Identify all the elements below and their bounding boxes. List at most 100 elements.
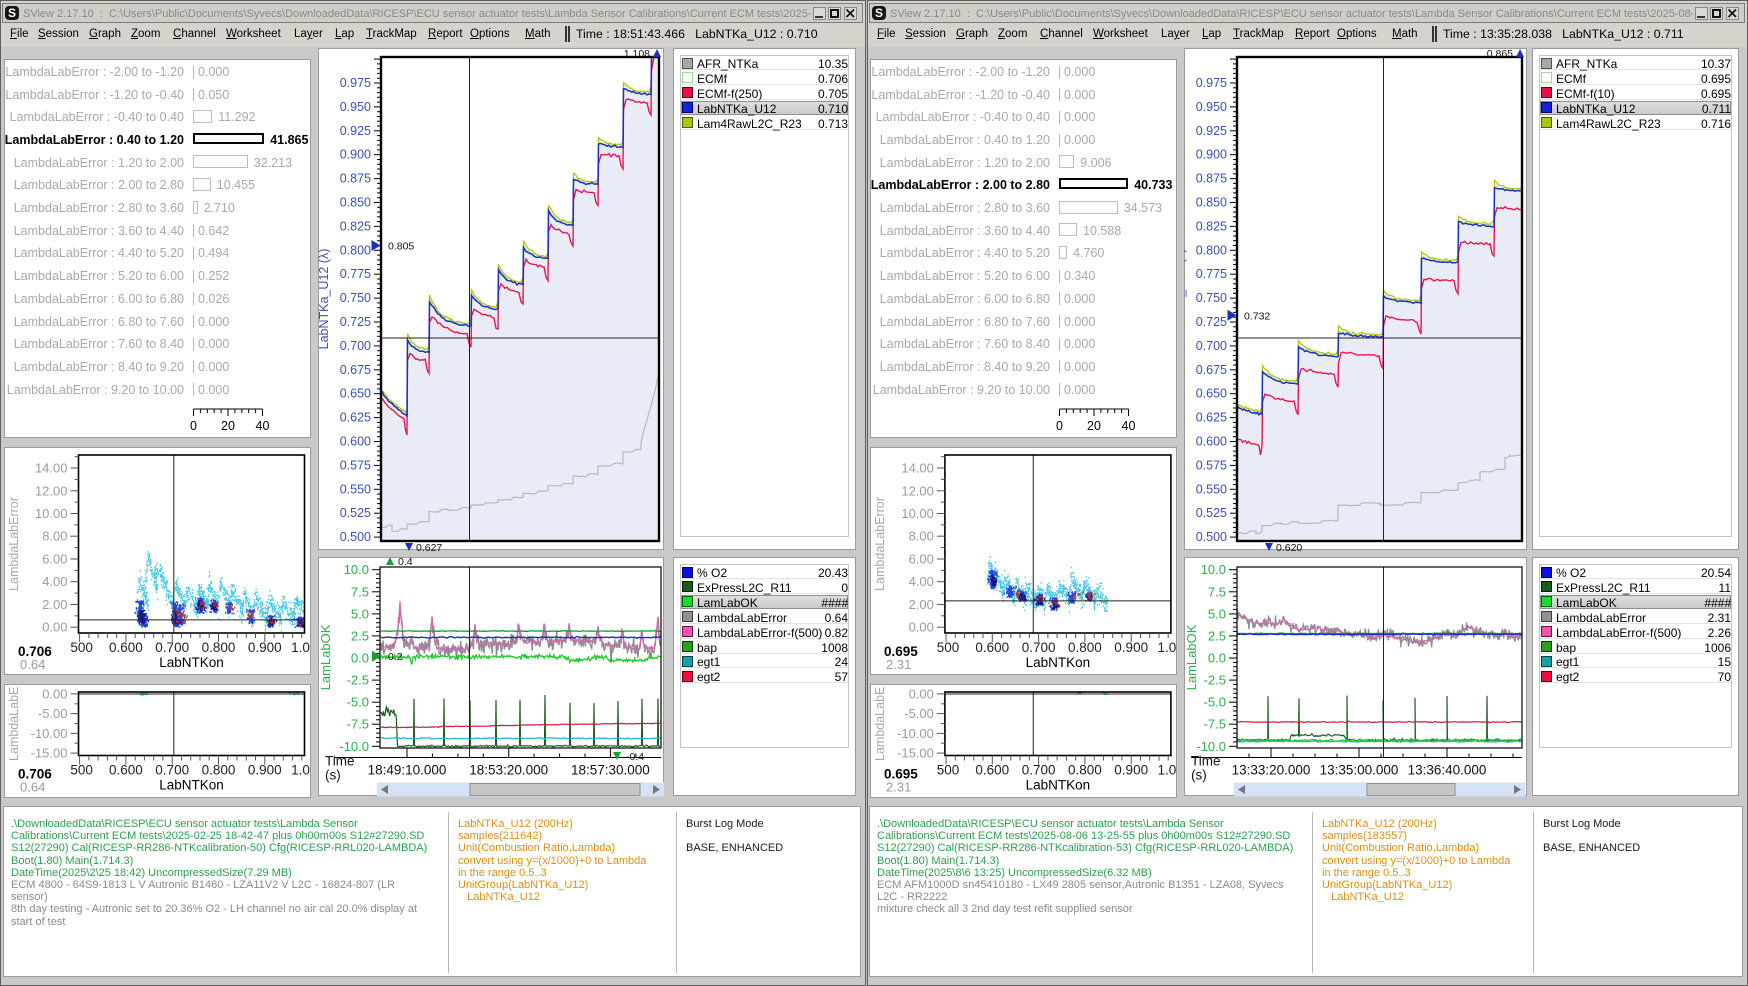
svg-text:0.900: 0.900 bbox=[1196, 148, 1227, 162]
svg-text:0.850: 0.850 bbox=[1196, 196, 1227, 210]
svg-text:0.800: 0.800 bbox=[1068, 763, 1102, 778]
svg-text:13:35:00.000: 13:35:00.000 bbox=[1320, 763, 1399, 778]
svg-text:0.575: 0.575 bbox=[340, 458, 371, 472]
svg-text:14.00: 14.00 bbox=[35, 461, 68, 476]
svg-text:0.0: 0.0 bbox=[1208, 651, 1226, 666]
svg-text:-15.00: -15.00 bbox=[897, 746, 934, 761]
svg-text:0.700: 0.700 bbox=[1022, 763, 1056, 778]
svg-text:0.64: 0.64 bbox=[20, 780, 45, 795]
svg-text:0.64: 0.64 bbox=[20, 657, 45, 672]
svg-text:7.5: 7.5 bbox=[351, 584, 369, 599]
svg-text:0.732: 0.732 bbox=[1244, 310, 1270, 322]
svg-text:0.500: 0.500 bbox=[340, 530, 371, 544]
svg-text:13:36:40.000: 13:36:40.000 bbox=[1408, 763, 1487, 778]
svg-text:0.675: 0.675 bbox=[1196, 363, 1227, 377]
svg-text:6.00: 6.00 bbox=[42, 552, 67, 567]
svg-text:0.800: 0.800 bbox=[340, 243, 371, 257]
svg-text:10.0: 10.0 bbox=[344, 562, 369, 577]
svg-text:0.725: 0.725 bbox=[340, 315, 371, 329]
svg-text:0.775: 0.775 bbox=[340, 267, 371, 281]
svg-text:0.600: 0.600 bbox=[975, 763, 1009, 778]
svg-text:40: 40 bbox=[256, 419, 270, 433]
svg-text:18:49:10.000: 18:49:10.000 bbox=[368, 763, 447, 778]
svg-text:0.750: 0.750 bbox=[340, 291, 371, 305]
svg-text:4.00: 4.00 bbox=[909, 574, 934, 589]
svg-text:1.0: 1.0 bbox=[1158, 763, 1177, 778]
svg-text:-0.4: -0.4 bbox=[626, 751, 644, 763]
svg-text:LambdaLabError: LambdaLabError bbox=[7, 497, 21, 591]
svg-text:0.800: 0.800 bbox=[1196, 243, 1227, 257]
svg-text:0.725: 0.725 bbox=[1196, 315, 1227, 329]
svg-text:-7.5: -7.5 bbox=[1204, 717, 1226, 732]
svg-text:0.675: 0.675 bbox=[340, 363, 371, 377]
svg-text:2.5: 2.5 bbox=[351, 628, 369, 643]
svg-text:12.00: 12.00 bbox=[901, 483, 934, 498]
svg-text:1.0: 1.0 bbox=[1158, 640, 1177, 655]
svg-text:0.620: 0.620 bbox=[1276, 542, 1302, 552]
svg-text:0.650: 0.650 bbox=[1196, 387, 1227, 401]
svg-text:8.00: 8.00 bbox=[909, 529, 934, 544]
svg-text:-10.0: -10.0 bbox=[1196, 739, 1226, 754]
svg-text:Time: Time bbox=[325, 754, 355, 769]
svg-text:1.0: 1.0 bbox=[291, 763, 310, 778]
svg-text:0.700: 0.700 bbox=[155, 640, 189, 655]
svg-text:20: 20 bbox=[221, 419, 235, 433]
svg-text:LambdaLabE: LambdaLabE bbox=[873, 687, 887, 761]
svg-text:5.0: 5.0 bbox=[1208, 606, 1226, 621]
svg-text:0.4: 0.4 bbox=[398, 557, 413, 568]
svg-text:40: 40 bbox=[1122, 419, 1136, 433]
svg-text:0.775: 0.775 bbox=[1196, 267, 1227, 281]
svg-text:2.5: 2.5 bbox=[1208, 628, 1226, 643]
svg-text:13:33:20.000: 13:33:20.000 bbox=[1232, 763, 1311, 778]
svg-text:500: 500 bbox=[937, 640, 960, 655]
svg-text:0.525: 0.525 bbox=[340, 506, 371, 520]
svg-text:LabNTKon: LabNTKon bbox=[159, 655, 224, 670]
svg-text:4.00: 4.00 bbox=[42, 574, 67, 589]
svg-text:LambdaLabError: LambdaLabError bbox=[873, 497, 887, 591]
svg-text:Time: Time bbox=[1191, 754, 1221, 769]
svg-text:-10.00: -10.00 bbox=[31, 726, 68, 741]
svg-text:18:57:30.000: 18:57:30.000 bbox=[571, 763, 650, 778]
svg-text:0.700: 0.700 bbox=[1196, 339, 1227, 353]
svg-text:20: 20 bbox=[1087, 419, 1101, 433]
svg-text:2.31: 2.31 bbox=[886, 657, 911, 672]
svg-text:8.00: 8.00 bbox=[42, 529, 67, 544]
svg-text:LamLabOK: LamLabOK bbox=[1184, 624, 1199, 690]
svg-text:-2.5: -2.5 bbox=[347, 673, 369, 688]
svg-text:0.700: 0.700 bbox=[155, 763, 189, 778]
svg-text:2.31: 2.31 bbox=[886, 780, 911, 795]
svg-text:0.625: 0.625 bbox=[1196, 411, 1227, 425]
svg-text:LabNTKa_U12 (λ): LabNTKa_U12 (λ) bbox=[1184, 249, 1187, 350]
svg-text:10.00: 10.00 bbox=[35, 506, 68, 521]
svg-text:0.850: 0.850 bbox=[340, 196, 371, 210]
svg-text:0.825: 0.825 bbox=[340, 219, 371, 233]
svg-text:LabNTKon: LabNTKon bbox=[159, 778, 224, 793]
svg-text:0.00: 0.00 bbox=[909, 620, 934, 635]
svg-text:12.00: 12.00 bbox=[35, 483, 68, 498]
svg-text:0.825: 0.825 bbox=[1196, 219, 1227, 233]
svg-text:-10.00: -10.00 bbox=[897, 726, 934, 741]
svg-text:0.600: 0.600 bbox=[109, 640, 143, 655]
svg-text:0.00: 0.00 bbox=[42, 686, 67, 701]
svg-text:0.500: 0.500 bbox=[1196, 530, 1227, 544]
svg-text:0.575: 0.575 bbox=[1196, 458, 1227, 472]
svg-text:0.875: 0.875 bbox=[1196, 172, 1227, 186]
svg-text:0.750: 0.750 bbox=[1196, 291, 1227, 305]
svg-text:-5.0: -5.0 bbox=[347, 695, 369, 710]
svg-text:10.0: 10.0 bbox=[1201, 562, 1226, 577]
svg-text:0: 0 bbox=[190, 419, 197, 433]
svg-text:5.0: 5.0 bbox=[351, 606, 369, 621]
svg-text:-10.0: -10.0 bbox=[339, 739, 369, 754]
svg-text:0.550: 0.550 bbox=[1196, 482, 1227, 496]
svg-text:LabNTKa_U12 (λ): LabNTKa_U12 (λ) bbox=[318, 249, 331, 350]
svg-text:LabNTKon: LabNTKon bbox=[1026, 778, 1091, 793]
svg-text:0.600: 0.600 bbox=[340, 435, 371, 449]
svg-text:0.975: 0.975 bbox=[340, 76, 371, 90]
svg-text:500: 500 bbox=[70, 640, 93, 655]
svg-text:-7.5: -7.5 bbox=[347, 717, 369, 732]
svg-text:0.700: 0.700 bbox=[340, 339, 371, 353]
svg-text:0.600: 0.600 bbox=[109, 763, 143, 778]
svg-text:0.625: 0.625 bbox=[340, 411, 371, 425]
svg-text:0.900: 0.900 bbox=[340, 148, 371, 162]
svg-text:0.650: 0.650 bbox=[340, 387, 371, 401]
